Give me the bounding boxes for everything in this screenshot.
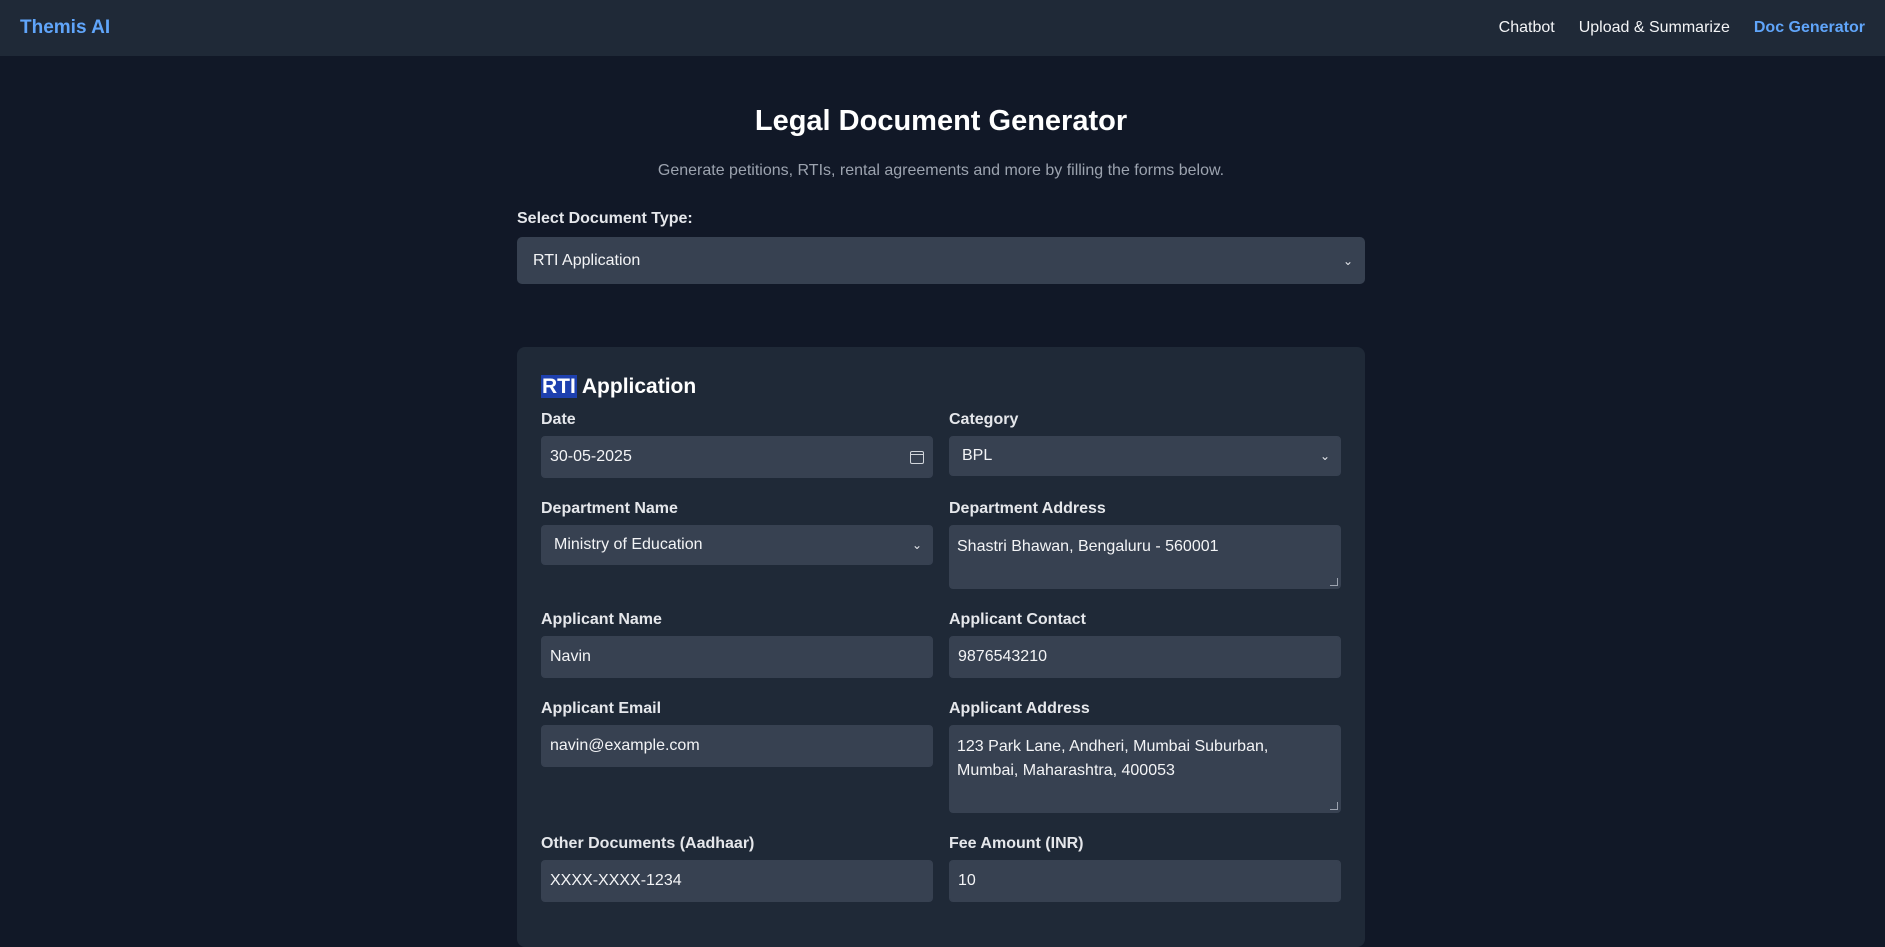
fee-amount-value: 10 bbox=[958, 872, 976, 889]
department-name-label: Department Name bbox=[541, 500, 678, 517]
applicant-name-label: Applicant Name bbox=[541, 611, 662, 628]
form-title: RTI Application bbox=[541, 375, 1341, 399]
department-address-field: Department Address Shastri Bhawan, Benga… bbox=[949, 500, 1341, 589]
other-documents-input[interactable]: XXXX-XXXX-1234 bbox=[541, 860, 933, 902]
applicant-address-field: Applicant Address 123 Park Lane, Andheri… bbox=[949, 700, 1341, 813]
applicant-contact-value: 9876543210 bbox=[958, 648, 1047, 665]
brand-logo[interactable]: Themis AI bbox=[20, 17, 110, 39]
rti-form-card: RTI Application Date 30-05-2025 Category… bbox=[517, 347, 1365, 947]
date-field: Date 30-05-2025 bbox=[541, 411, 933, 478]
date-label: Date bbox=[541, 411, 576, 428]
page-title: Legal Document Generator bbox=[754, 105, 1128, 137]
other-documents-value: XXXX-XXXX-1234 bbox=[550, 872, 682, 889]
applicant-contact-label: Applicant Contact bbox=[949, 611, 1086, 628]
applicant-email-field: Applicant Email navin@example.com bbox=[541, 700, 933, 813]
department-name-field: Department Name Ministry of Education ⌄ bbox=[541, 500, 933, 589]
form-grid-row3: Applicant Name Navin Applicant Contact 9… bbox=[541, 607, 1341, 678]
fee-amount-input[interactable]: 10 bbox=[949, 860, 1341, 902]
applicant-name-input[interactable]: Navin bbox=[541, 636, 933, 678]
applicant-email-label: Applicant Email bbox=[541, 700, 662, 717]
doc-type-label: Select Document Type: bbox=[517, 210, 693, 227]
applicant-address-value: 123 Park Lane, Andheri, Mumbai Suburban,… bbox=[957, 738, 1269, 779]
applicant-email-value: navin@example.com bbox=[550, 737, 700, 754]
form-title-highlight: RTI bbox=[541, 375, 577, 398]
category-value: BPL bbox=[962, 447, 993, 464]
doc-type-value: RTI Application bbox=[533, 251, 641, 269]
applicant-name-field: Applicant Name Navin bbox=[541, 611, 933, 678]
fee-amount-field: Fee Amount (INR) 10 bbox=[949, 835, 1341, 902]
nav-link-upload-summarize[interactable]: Upload & Summarize bbox=[1579, 19, 1730, 37]
department-name-value: Ministry of Education bbox=[554, 536, 703, 553]
doc-type-select[interactable]: RTI Application ⌄ bbox=[517, 237, 1365, 284]
nav-link-doc-generator[interactable]: Doc Generator bbox=[1754, 19, 1865, 37]
page-subtitle: Generate petitions, RTIs, rental agreeme… bbox=[657, 162, 1225, 179]
form-title-rest: Application bbox=[576, 375, 697, 398]
other-documents-label: Other Documents (Aadhaar) bbox=[541, 835, 755, 852]
form-grid: Date 30-05-2025 Category BPL ⌄ bbox=[541, 407, 1341, 478]
category-field: Category BPL ⌄ bbox=[949, 411, 1341, 478]
main-container: Legal Document Generator Generate petiti… bbox=[517, 56, 1365, 284]
resize-handle-icon[interactable] bbox=[1330, 578, 1338, 586]
form-grid-row5: Other Documents (Aadhaar) XXXX-XXXX-1234… bbox=[541, 831, 1341, 902]
fee-amount-label: Fee Amount (INR) bbox=[949, 835, 1084, 852]
category-select[interactable]: BPL ⌄ bbox=[949, 436, 1341, 476]
applicant-contact-input[interactable]: 9876543210 bbox=[949, 636, 1341, 678]
chevron-down-icon: ⌄ bbox=[1342, 253, 1353, 268]
nav-link-chatbot[interactable]: Chatbot bbox=[1499, 19, 1555, 37]
top-navbar: Themis AI Chatbot Upload & Summarize Doc… bbox=[0, 0, 1885, 56]
form-grid-row2: Department Name Ministry of Education ⌄ … bbox=[541, 496, 1341, 589]
chevron-down-icon: ⌄ bbox=[911, 538, 922, 552]
category-label: Category bbox=[949, 411, 1019, 428]
date-value: 30-05-2025 bbox=[550, 448, 632, 465]
applicant-email-input[interactable]: navin@example.com bbox=[541, 725, 933, 767]
department-address-textarea[interactable]: Shastri Bhawan, Bengaluru - 560001 bbox=[949, 525, 1341, 589]
date-input[interactable]: 30-05-2025 bbox=[541, 436, 933, 478]
applicant-address-textarea[interactable]: 123 Park Lane, Andheri, Mumbai Suburban,… bbox=[949, 725, 1341, 813]
calendar-icon[interactable] bbox=[910, 450, 924, 464]
department-address-value: Shastri Bhawan, Bengaluru - 560001 bbox=[957, 538, 1219, 555]
form-grid-row4: Applicant Email navin@example.com Applic… bbox=[541, 696, 1341, 813]
chevron-down-icon: ⌄ bbox=[1319, 449, 1330, 463]
department-address-label: Department Address bbox=[949, 500, 1106, 517]
other-documents-field: Other Documents (Aadhaar) XXXX-XXXX-1234 bbox=[541, 835, 933, 902]
department-name-select[interactable]: Ministry of Education ⌄ bbox=[541, 525, 933, 565]
resize-handle-icon[interactable] bbox=[1330, 802, 1338, 810]
applicant-name-value: Navin bbox=[550, 648, 591, 665]
applicant-contact-field: Applicant Contact 9876543210 bbox=[949, 611, 1341, 678]
nav-links: Chatbot Upload & Summarize Doc Generator bbox=[1499, 19, 1865, 37]
applicant-address-label: Applicant Address bbox=[949, 700, 1090, 717]
